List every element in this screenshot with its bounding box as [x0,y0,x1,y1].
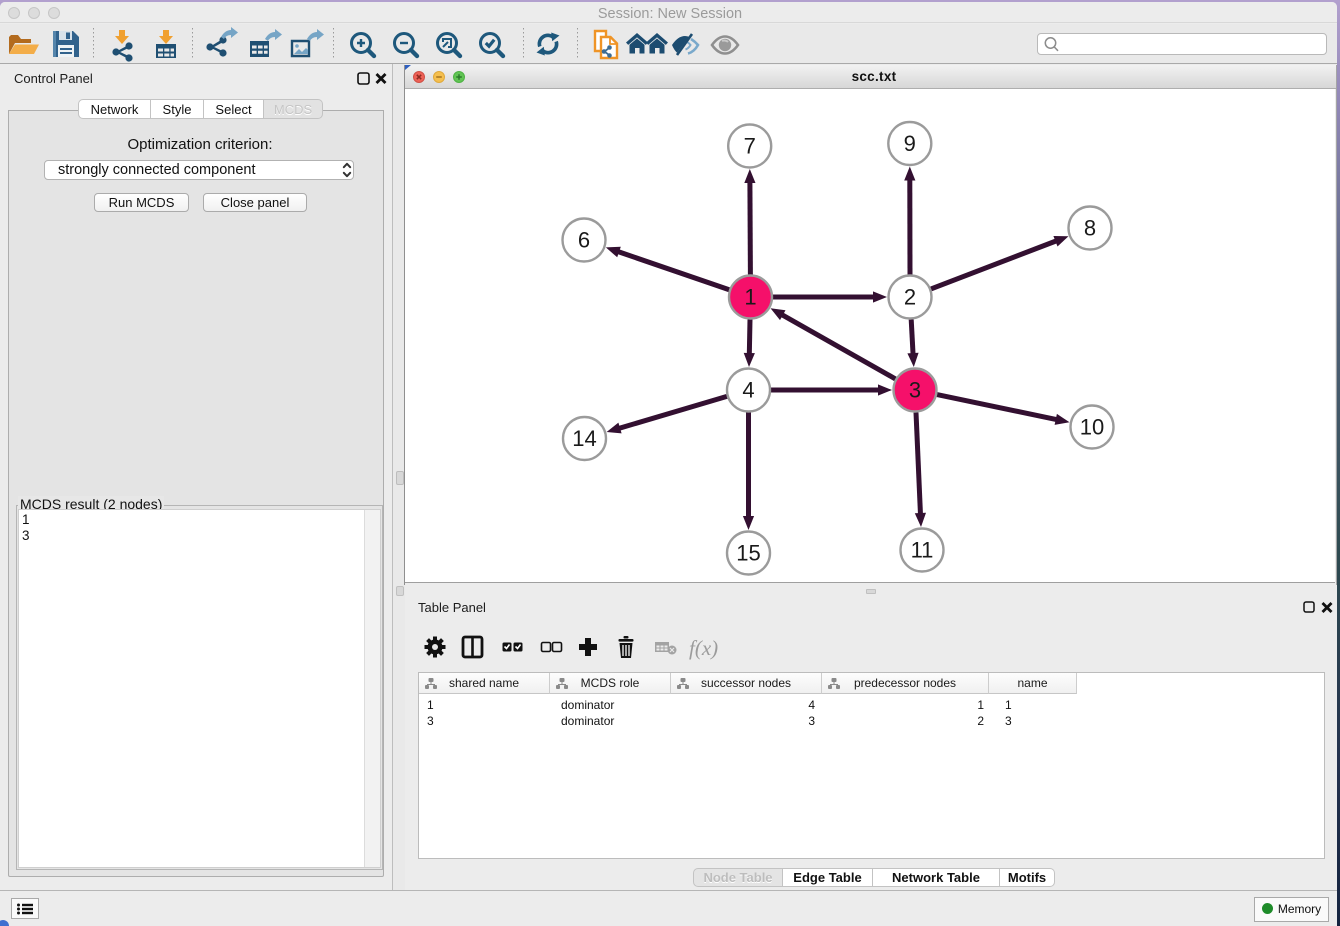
svg-text:1: 1 [744,285,756,310]
svg-text:3: 3 [909,378,921,403]
svg-text:4: 4 [742,378,754,403]
svg-text:15: 15 [736,541,760,566]
svg-text:f(x): f(x) [689,636,718,660]
svg-text:7: 7 [744,134,756,159]
svg-text:8: 8 [1084,216,1096,241]
svg-text:14: 14 [572,426,596,451]
svg-text:10: 10 [1080,415,1104,440]
svg-text:6: 6 [578,228,590,253]
svg-text:11: 11 [911,538,934,563]
svg-text:9: 9 [904,131,916,156]
svg-text:2: 2 [904,285,916,310]
